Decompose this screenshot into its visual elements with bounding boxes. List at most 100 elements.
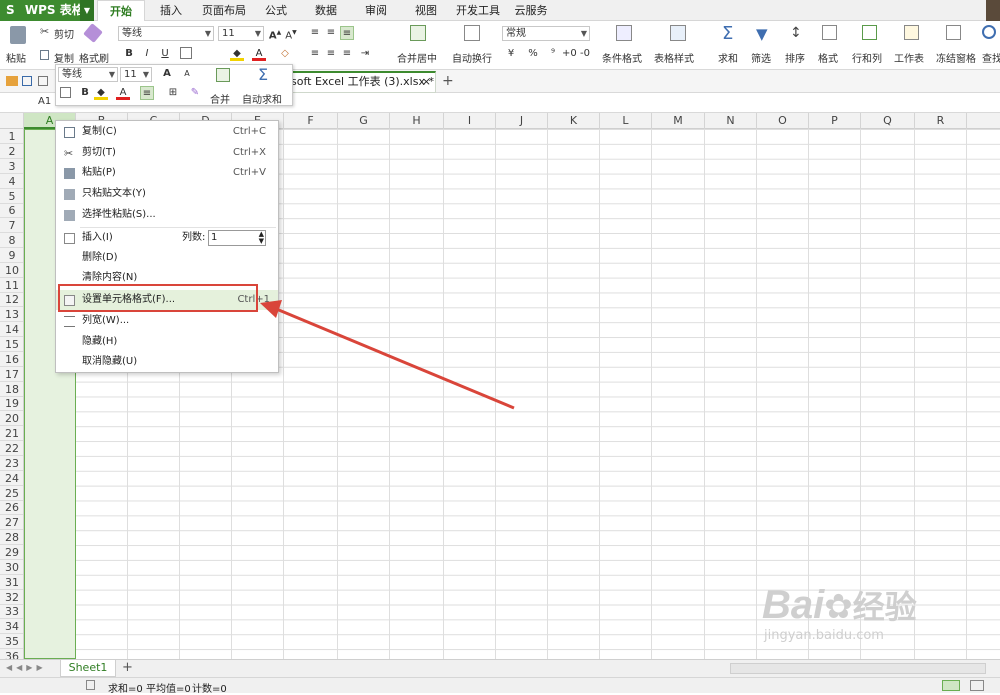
sort-button[interactable]: 排序 <box>785 50 805 65</box>
align-top-icon[interactable]: ≡ <box>308 26 322 40</box>
name-box[interactable]: A1 <box>38 96 51 107</box>
merge-icon[interactable] <box>216 68 230 82</box>
macro-icon[interactable] <box>86 680 95 690</box>
paste-icon[interactable] <box>10 26 26 44</box>
bold-button[interactable]: B <box>122 47 136 61</box>
tab-home[interactable]: 开始 <box>97 0 145 22</box>
column-header[interactable]: O <box>757 113 809 129</box>
paste-button[interactable]: 粘贴 <box>6 50 26 65</box>
align-center-icon[interactable]: ≡ <box>140 86 154 100</box>
border-icon[interactable] <box>180 47 192 59</box>
row-header[interactable]: 9 <box>0 248 23 263</box>
row-header[interactable]: 12 <box>0 292 23 307</box>
row-header[interactable]: 19 <box>0 396 23 411</box>
row-col-icon[interactable] <box>862 25 877 40</box>
close-icon[interactable]: × <box>422 73 431 91</box>
row-header[interactable]: 31 <box>0 575 23 590</box>
find-button[interactable]: 查找 <box>982 50 1000 65</box>
mini-autosum-button[interactable]: 自动求和 <box>242 91 282 106</box>
scissors-icon[interactable]: ✂ <box>40 26 50 37</box>
chevron-down-icon[interactable]: ▼ <box>80 0 94 21</box>
sum-button[interactable]: 求和 <box>718 50 738 65</box>
freeze-panes-icon[interactable] <box>946 25 961 40</box>
menu-item-paste-special[interactable]: 选择性粘贴(S)... <box>56 205 278 225</box>
row-header[interactable]: 11 <box>0 278 23 293</box>
find-icon[interactable] <box>982 25 996 39</box>
row-header[interactable]: 35 <box>0 634 23 649</box>
wrap-text-button[interactable]: 自动换行 <box>452 50 492 65</box>
column-header[interactable]: I <box>444 113 496 129</box>
format-icon[interactable] <box>822 25 837 40</box>
row-header[interactable]: 17 <box>0 367 23 382</box>
worksheet-button[interactable]: 工作表 <box>894 50 924 65</box>
tab-formula[interactable]: 公式 <box>258 0 294 21</box>
format-button[interactable]: 格式 <box>818 50 838 65</box>
add-sheet-button[interactable]: + <box>122 660 133 675</box>
row-header[interactable]: 29 <box>0 545 23 560</box>
column-header[interactable]: F <box>284 113 338 129</box>
border-icon[interactable] <box>60 87 71 98</box>
column-header[interactable]: M <box>652 113 705 129</box>
row-header[interactable]: 4 <box>0 174 23 189</box>
freeze-panes-button[interactable]: 冻结窗格 <box>936 50 976 65</box>
font-name-select[interactable]: 等线 ▼ <box>118 26 214 41</box>
row-header[interactable]: 33 <box>0 604 23 619</box>
sum-icon[interactable]: Σ <box>722 23 733 44</box>
column-header[interactable]: K <box>548 113 600 129</box>
row-header[interactable]: 27 <box>0 515 23 530</box>
underline-button[interactable]: U <box>158 47 172 61</box>
row-header[interactable]: 36 <box>0 649 23 659</box>
tab-review[interactable]: 审阅 <box>358 0 394 21</box>
row-header[interactable]: 30 <box>0 560 23 575</box>
font-size-select[interactable]: 11 ▼ <box>218 26 264 41</box>
save-icon[interactable] <box>22 76 32 86</box>
menu-item-cut[interactable]: ✂ 剪切(T) Ctrl+X <box>56 143 278 163</box>
thousands-button[interactable]: ⁹ <box>546 47 560 61</box>
row-header[interactable]: 21 <box>0 426 23 441</box>
align-center-icon[interactable]: ≡ <box>324 47 338 61</box>
copy-button[interactable]: 复制 <box>54 50 74 65</box>
insert-count-stepper[interactable]: 1 ▲ ▼ <box>208 230 266 246</box>
row-header[interactable]: 15 <box>0 337 23 352</box>
tab-cloud[interactable]: 云服务 <box>510 0 552 21</box>
currency-button[interactable]: ¥ <box>504 47 518 61</box>
number-format-select[interactable]: 常规 ▼ <box>502 26 590 41</box>
row-header[interactable]: 18 <box>0 382 23 397</box>
column-header[interactable]: N <box>705 113 757 129</box>
app-menu-button[interactable]: S WPS 表格 ▼ <box>0 0 94 21</box>
align-right-icon[interactable]: ≡ <box>340 47 354 61</box>
menu-item-copy[interactable]: 复制(C) Ctrl+C <box>56 122 278 142</box>
row-header[interactable]: 26 <box>0 500 23 515</box>
menu-item-insert[interactable]: 插入(I) 列数: 1 ▲ ▼ <box>56 228 278 248</box>
border-style-icon[interactable]: ⊞ <box>166 86 180 100</box>
mini-bold-button[interactable]: B <box>78 86 92 100</box>
row-header[interactable]: 3 <box>0 159 23 174</box>
percent-button[interactable]: % <box>526 47 540 61</box>
indent-icon[interactable]: ⇥ <box>358 47 372 61</box>
menu-item-column-width[interactable]: 列宽(W)... <box>56 311 278 331</box>
column-header[interactable]: Q <box>861 113 915 129</box>
mini-font-name-select[interactable]: 等线 ▼ <box>58 67 118 82</box>
tab-developer[interactable]: 开发工具 <box>452 0 504 21</box>
row-header[interactable]: 1 <box>0 129 23 144</box>
row-header[interactable]: 8 <box>0 233 23 248</box>
fill-color-icon[interactable]: ◆ <box>94 86 108 100</box>
tab-insert[interactable]: 插入 <box>150 0 192 21</box>
column-header[interactable]: R <box>915 113 967 129</box>
conditional-format-icon[interactable] <box>616 25 632 41</box>
row-header[interactable]: 28 <box>0 530 23 545</box>
open-folder-icon[interactable] <box>6 76 18 86</box>
row-header[interactable]: 14 <box>0 322 23 337</box>
sheet-nav-arrows-icon[interactable]: ◀◀▶▶ <box>6 663 47 672</box>
align-middle-icon[interactable]: ≡ <box>324 26 338 40</box>
row-header[interactable]: 7 <box>0 218 23 233</box>
decrease-decimal-icon[interactable]: -0 <box>578 47 592 61</box>
format-painter-icon[interactable]: ✎ <box>188 86 202 100</box>
table-style-button[interactable]: 表格样式 <box>654 50 694 65</box>
column-header[interactable]: L <box>600 113 652 129</box>
mini-shrink-font-button[interactable]: A <box>180 67 194 81</box>
row-header[interactable]: 13 <box>0 307 23 322</box>
print-icon[interactable] <box>38 76 48 86</box>
menu-item-hide[interactable]: 隐藏(H) <box>56 332 278 352</box>
column-header[interactable]: G <box>338 113 390 129</box>
